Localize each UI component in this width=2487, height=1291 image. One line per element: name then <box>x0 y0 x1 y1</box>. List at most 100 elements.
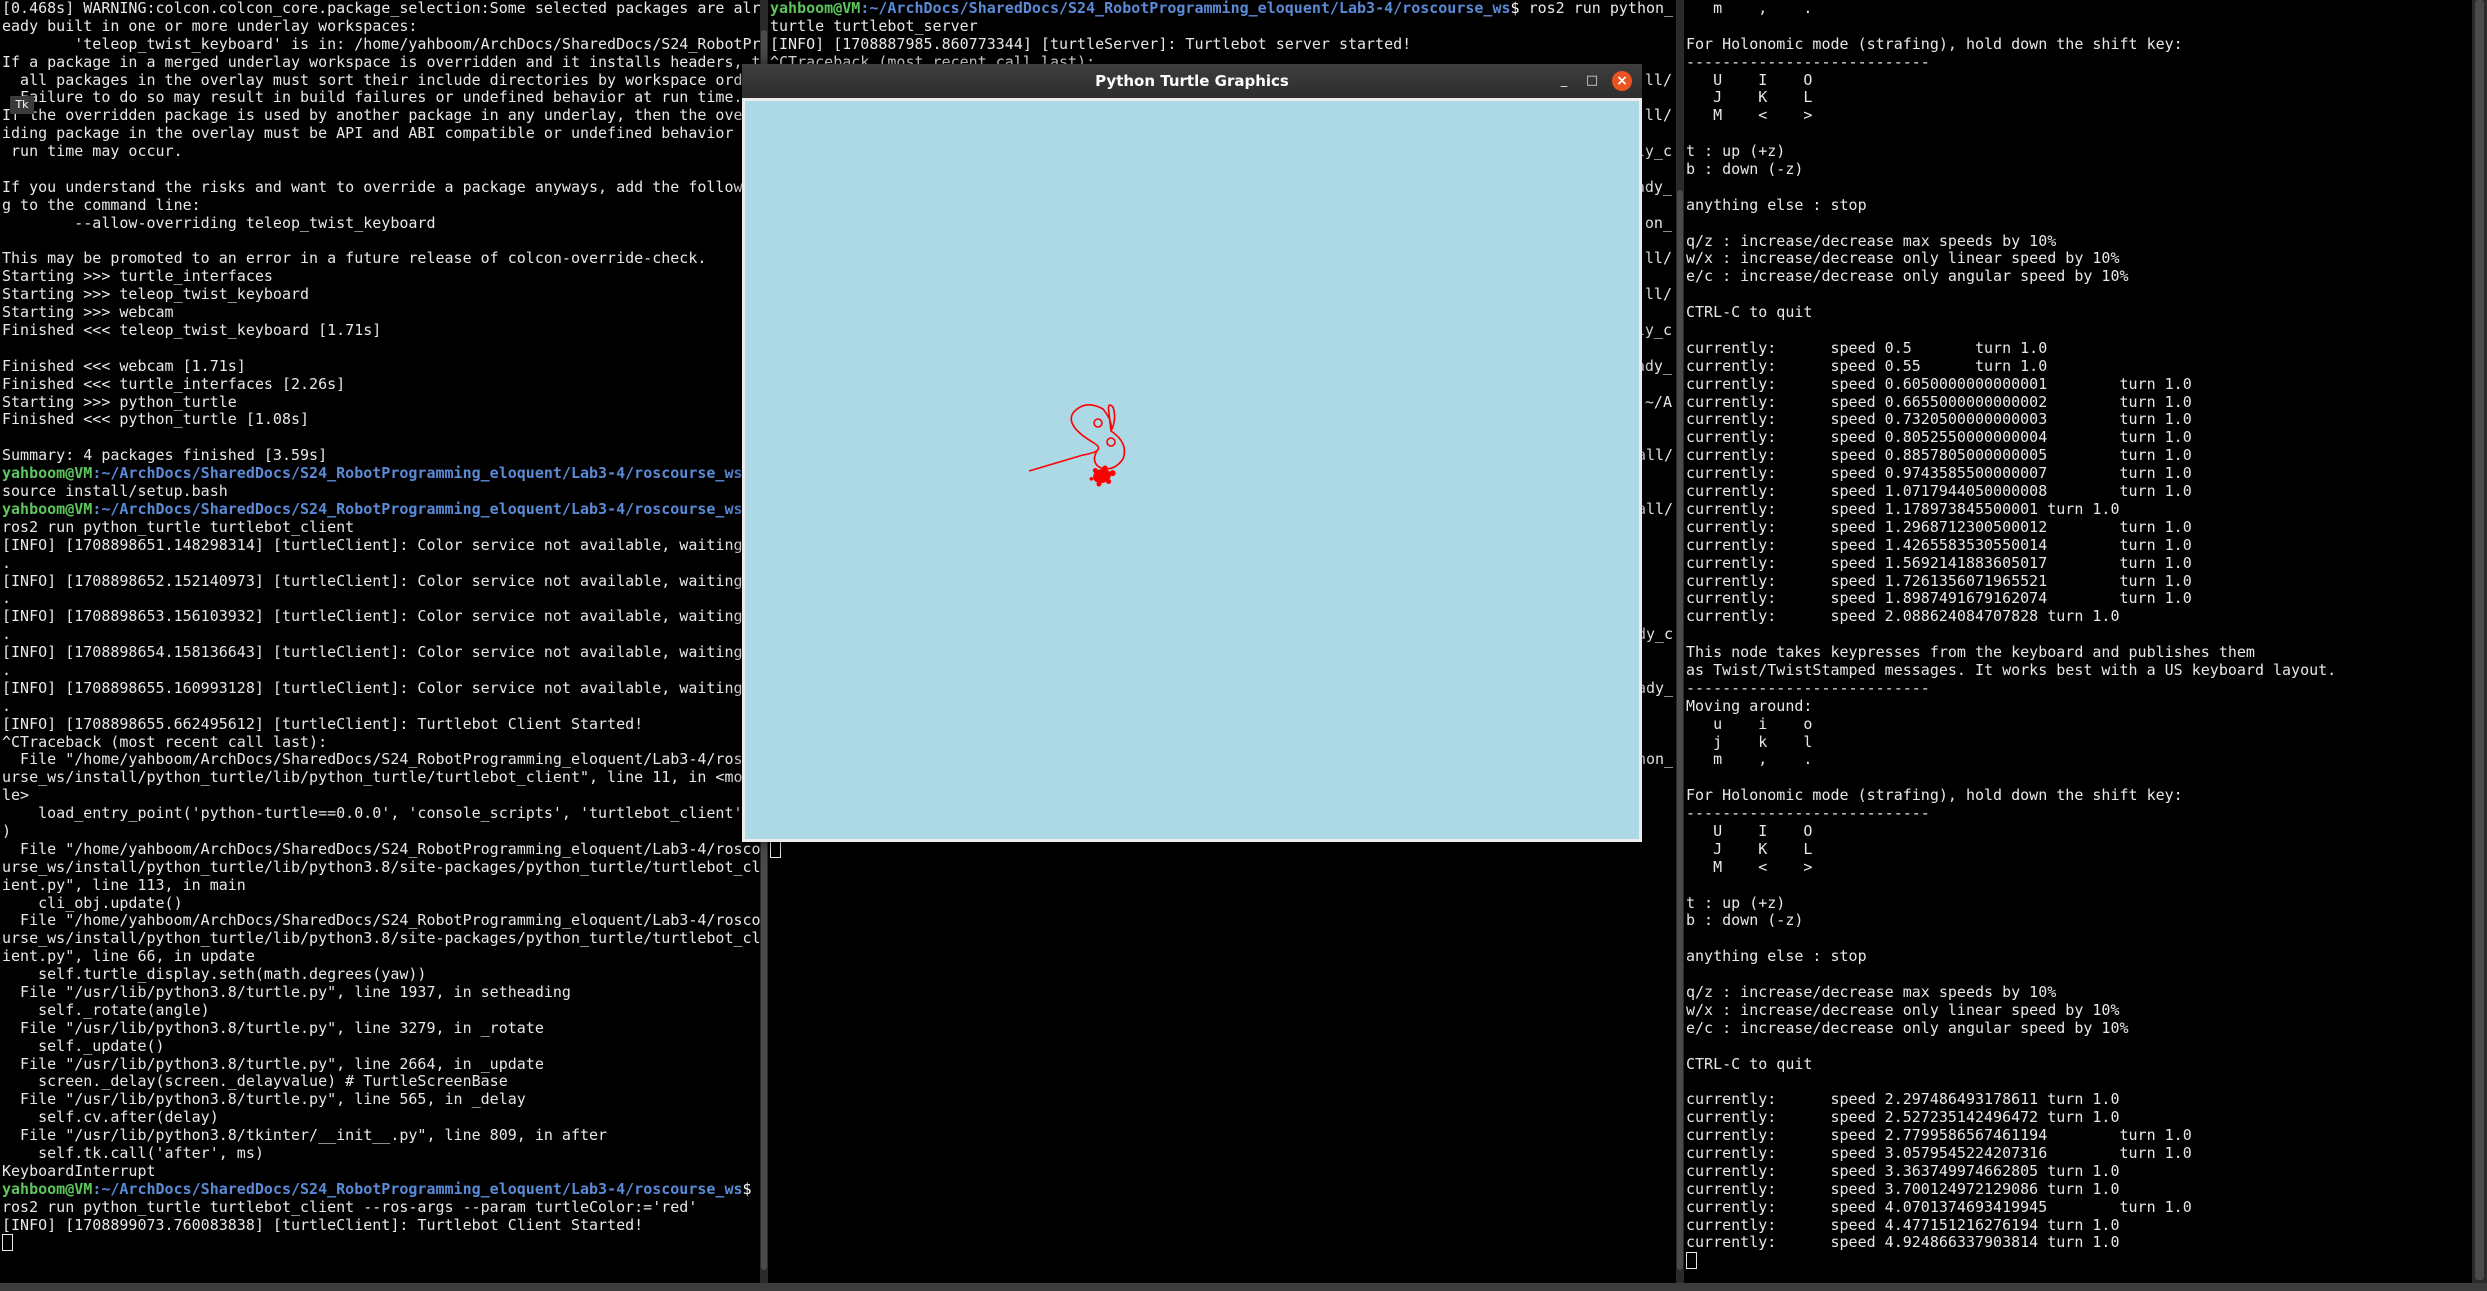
edge-fragment: ~/A <box>1644 392 1672 411</box>
terminal-line: Starting >>> python_turtle <box>2 392 237 411</box>
terminal-line: currently: speed 4.0701374693419945 turn… <box>1686 1197 2192 1216</box>
terminal-line: Starting >>> webcam <box>2 303 174 322</box>
terminal-line: turtle turtlebot_server <box>770 16 978 35</box>
terminal-line: e/c : increase/decrease only angular spe… <box>1686 267 2129 286</box>
terminal-line: q/z : increase/decrease max speeds by 10… <box>1686 982 2057 1001</box>
terminal-line: self._update() <box>2 1036 165 1055</box>
terminal-line: Moving around: <box>1686 696 1813 715</box>
minimize-icon: _ <box>1560 73 1568 88</box>
terminal-line: urse_ws/install/python_turtle/lib/python… <box>2 857 760 876</box>
terminal-right-scrollbar[interactable] <box>2472 0 2487 1291</box>
terminal-line: e/c : increase/decrease only angular spe… <box>1686 1018 2129 1037</box>
terminal-line: --allow-overriding teleop_twist_keyboard <box>2 213 436 232</box>
turtle-canvas[interactable] <box>745 101 1639 839</box>
cursor <box>1686 1252 1697 1270</box>
terminal-line: currently: speed 4.477151216276194 turn … <box>1686 1215 2120 1234</box>
close-button[interactable]: × <box>1612 71 1632 91</box>
close-icon: × <box>1616 73 1628 89</box>
edge-fragment: ll/ <box>1644 106 1672 125</box>
terminal-line: [0.468s] WARNING:colcon.colcon_core.pack… <box>2 0 760 17</box>
edge-fragment: ll/ <box>1644 249 1672 268</box>
terminal-line: currently: speed 2.527235142496472 turn … <box>1686 1108 2120 1127</box>
terminal-line: le> <box>2 786 30 805</box>
cursor <box>2 1234 13 1252</box>
terminal-line: --------------------------- <box>1686 678 1930 697</box>
terminal-line: File "/home/yahboom/ArchDocs/SharedDocs/… <box>2 750 743 769</box>
window-title: Python Turtle Graphics <box>1095 72 1289 90</box>
terminal-line: self.tk.call('after', ms) <box>2 1144 264 1162</box>
terminal-line: run time may occur. <box>2 142 183 161</box>
turtle-path-dot <box>1093 418 1103 428</box>
terminal-line: Finished <<< python_turtle [1.08s] <box>2 410 310 429</box>
terminal-line: t : up (+z) <box>1686 893 1786 912</box>
turtle-graphics-window[interactable]: Python Turtle Graphics _ □ × <box>742 64 1642 842</box>
terminal-line: File "/usr/lib/python3.8/turtle.py", lin… <box>2 1090 526 1109</box>
terminal-line: File "/usr/lib/python3.8/turtle.py", lin… <box>2 1054 544 1073</box>
terminal-line: CTRL-C to quit <box>1686 1054 1813 1073</box>
terminal-line: . <box>2 553 12 572</box>
terminal-line: J K L <box>1686 839 1813 858</box>
terminal-line: all packages in the overlay must sort th… <box>2 70 760 89</box>
terminal-line: . <box>2 660 12 679</box>
maximize-button[interactable]: □ <box>1582 71 1602 91</box>
edge-fragment: on_ <box>1644 213 1672 232</box>
terminal-line: g to the command line: <box>2 195 201 214</box>
terminal-line: [INFO] [1708898652.152140973] [turtleCli… <box>2 571 743 590</box>
terminal-left[interactable]: [0.468s] WARNING:colcon.colcon_core.pack… <box>0 0 760 1291</box>
terminal-line: currently: speed 1.4265583530550014 turn… <box>1686 535 2192 554</box>
terminal-right-output: m , . For Holonomic mode (strafing), hold… <box>1684 0 2472 1270</box>
prompt-user: yahboom@VM <box>770 0 861 17</box>
prompt-path: :~/ArchDocs/SharedDocs/S24_RobotProgramm… <box>92 1179 743 1198</box>
terminal-line: For Holonomic mode (strafing), hold down… <box>1686 786 2183 805</box>
terminal-line: self.turtle_display.seth(math.degrees(ya… <box>2 965 427 984</box>
terminal-line: load_entry_point('python-turtle==0.0.0',… <box>2 804 743 823</box>
cursor-line <box>1686 1252 2472 1270</box>
terminal-line: currently: speed 0.8052550000000004 turn… <box>1686 428 2192 447</box>
terminal-line: Finished <<< teleop_twist_keyboard [1.71… <box>2 321 382 340</box>
terminal-line: ient.py", line 113, in main <box>2 875 246 894</box>
terminal-line: urse_ws/install/python_turtle/lib/python… <box>2 929 760 948</box>
terminal-line: m , . <box>1686 0 1813 17</box>
terminal-line: as Twist/TwistStamped messages. It works… <box>1686 660 2337 679</box>
terminal-line: Finished <<< webcam [1.71s] <box>2 356 246 375</box>
window-titlebar[interactable]: Python Turtle Graphics _ □ × <box>742 64 1642 98</box>
terminal-line: Starting >>> teleop_twist_keyboard <box>2 285 310 304</box>
terminal-line: File "/usr/lib/python3.8/tkinter/__init_… <box>2 1126 608 1145</box>
terminal-line: CTRL-C to quit <box>1686 303 1813 322</box>
terminal-line: screen._delay(screen._delayvalue) # Turt… <box>2 1072 508 1091</box>
terminal-line: Starting >>> turtle_interfaces <box>2 267 273 286</box>
terminal-line: b : down (-z) <box>1686 160 1804 179</box>
terminal-right[interactable]: m , . For Holonomic mode (strafing), hold… <box>1684 0 2472 1291</box>
terminal-line: w/x : increase/decrease only linear spee… <box>1686 249 2120 268</box>
terminal-line: Failure to do so may result in build fai… <box>2 88 743 107</box>
terminal-line: currently: speed 1.178973845500001 turn … <box>1686 499 2120 518</box>
terminal-line: anything else : stop <box>1686 947 1867 966</box>
terminal-line: M < > <box>1686 857 1813 876</box>
terminal-line: U I O <box>1686 70 1813 89</box>
scrollbar-thumb[interactable] <box>2475 0 2484 1280</box>
command-line: ros2 run python_turtle turtlebot_client <box>2 517 355 536</box>
terminal-line: . <box>2 589 12 608</box>
terminal-line: currently: speed 0.5 turn 1.0 <box>1686 338 2048 357</box>
terminal-line: currently: speed 0.9743585500000007 turn… <box>1686 464 2192 483</box>
terminal-line: w/x : increase/decrease only linear spee… <box>1686 1000 2120 1019</box>
scrollbar-thumb[interactable] <box>1677 190 1683 1270</box>
terminal-line: ient.py", line 66, in update <box>2 947 255 966</box>
terminal-line: If a package in a merged underlay worksp… <box>2 52 760 71</box>
tk-icon[interactable]: Tk <box>10 96 34 114</box>
minimize-button[interactable]: _ <box>1554 71 1574 91</box>
prompt-path: :~/ArchDocs/SharedDocs/S24_RobotProgramm… <box>92 499 743 518</box>
prompt-path: :~/ArchDocs/SharedDocs/S24_RobotProgramm… <box>92 464 743 483</box>
terminal-line: ) <box>2 821 12 840</box>
prompt-line: yahboom@VM:~/ArchDocs/SharedDocs/S24_Rob… <box>2 499 760 519</box>
terminal-line: currently: speed 0.7320500000000003 turn… <box>1686 410 2192 429</box>
maximize-icon: □ <box>1585 73 1599 88</box>
terminal-middle-scrollbar[interactable] <box>1676 0 1684 1291</box>
terminal-line: currently: speed 0.8857805000000005 turn… <box>1686 446 2192 465</box>
prompt-user: yahboom@VM <box>2 1179 93 1198</box>
terminal-line: currently: speed 1.5692141883605017 turn… <box>1686 553 2192 572</box>
